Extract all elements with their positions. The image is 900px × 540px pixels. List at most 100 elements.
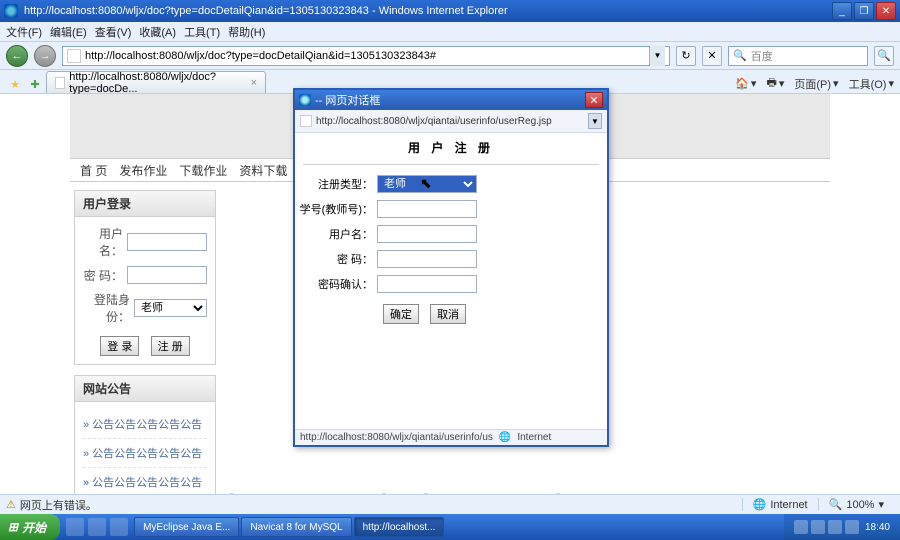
window-title: http://localhost:8080/wljx/doc?type=docD… xyxy=(24,5,830,17)
page-icon xyxy=(67,49,81,63)
start-button[interactable]: ⊞ 开始 xyxy=(0,514,60,540)
tray-icon[interactable] xyxy=(794,520,808,534)
maximize-button[interactable]: ❐ xyxy=(854,2,874,20)
reg-cancel-button[interactable]: 取消 xyxy=(430,304,466,324)
reg-user-label: 用户名： xyxy=(295,226,373,242)
status-zone: 🌐Internet xyxy=(742,498,818,511)
search-placeholder: 百度 xyxy=(751,48,773,64)
search-box[interactable]: 🔍 百度 xyxy=(728,46,868,66)
login-panel: 用户登录 用户名： 密 码： 登陆身份：老师 登 录 注 册 xyxy=(74,190,216,365)
status-message: 网页上有错误。 xyxy=(20,497,97,513)
dialog-heading: 用 户 注 册 xyxy=(295,139,607,156)
notice-panel-title: 网站公告 xyxy=(75,376,215,402)
globe-icon: 🌐 xyxy=(499,432,511,443)
nav-download[interactable]: 下载作业 xyxy=(179,162,227,179)
task-navicat[interactable]: Navicat 8 for MySQL xyxy=(241,517,351,537)
reg-user-input[interactable] xyxy=(377,225,477,243)
reg-type-select[interactable]: 老师 xyxy=(377,175,477,193)
search-go-button[interactable]: 🔍 xyxy=(874,46,894,66)
dialog-divider xyxy=(303,164,599,165)
minimize-button[interactable]: _ xyxy=(832,2,852,20)
dialog-ie-icon xyxy=(299,94,311,106)
favorites-icon[interactable]: ★ xyxy=(6,75,24,93)
nav-publish[interactable]: 发布作业 xyxy=(119,162,167,179)
close-button[interactable]: ✕ xyxy=(876,2,896,20)
notice-item[interactable]: » 公告公告公告公告公告 xyxy=(83,468,207,494)
home-icon: 🏠 xyxy=(735,77,749,90)
address-input[interactable] xyxy=(85,50,649,62)
ie-statusbar: ⚠ 网页上有错误。 🌐Internet 🔍100% ▾ xyxy=(0,494,900,514)
menu-view[interactable]: 查看(V) xyxy=(95,24,132,40)
tray-icon[interactable] xyxy=(845,520,859,534)
print-button[interactable]: 🖶▾ xyxy=(766,74,784,93)
dialog-close-button[interactable]: ✕ xyxy=(585,92,603,108)
stop-button[interactable]: ✕ xyxy=(702,46,722,66)
menu-fav[interactable]: 收藏(A) xyxy=(139,24,176,40)
reg-ok-button[interactable]: 确定 xyxy=(383,304,419,324)
dialog-body: 用 户 注 册 注册类型：老师 学号(教师号)： 用户名： 密 码： 密码确认：… xyxy=(295,133,607,429)
tab-close-icon[interactable]: × xyxy=(251,77,257,89)
window-titlebar: http://localhost:8080/wljx/doc?type=docD… xyxy=(0,0,900,22)
quick-launch xyxy=(60,518,134,536)
login-button[interactable]: 登 录 xyxy=(100,336,139,356)
reg-pass-input[interactable] xyxy=(377,250,477,268)
login-role-select[interactable]: 老师 xyxy=(134,299,207,317)
tray-icon[interactable] xyxy=(828,520,842,534)
sidebar: 用户登录 用户名： 密 码： 登陆身份：老师 登 录 注 册 网站公告 xyxy=(70,182,220,494)
address-box: ▼ xyxy=(62,46,670,66)
notice-panel: 网站公告 » 公告公告公告公告公告 » 公告公告公告公告公告 » 公告公告公告公… xyxy=(74,375,216,494)
menu-tools[interactable]: 工具(T) xyxy=(184,24,220,40)
command-bar: 🏠▾ 🖶▾ 页面(P) ▾ 工具(O) ▾ xyxy=(735,74,894,93)
menu-edit[interactable]: 编辑(E) xyxy=(50,24,87,40)
ie-icon xyxy=(4,4,18,18)
dialog-page-icon xyxy=(300,115,312,127)
add-favorite-icon[interactable]: ✚ xyxy=(26,75,44,93)
nav-bar: ← → ▼ ↻ ✕ 🔍 百度 🔍 xyxy=(0,42,900,70)
browser-tab[interactable]: http://localhost:8080/wljx/doc?type=docD… xyxy=(46,71,266,93)
globe-icon: 🌐 xyxy=(753,498,767,511)
home-button[interactable]: 🏠▾ xyxy=(735,77,756,90)
page-menu-button[interactable]: 页面(P) ▾ xyxy=(794,76,838,92)
nav-resources[interactable]: 资料下载 xyxy=(239,162,287,179)
notice-item[interactable]: » 公告公告公告公告公告 xyxy=(83,410,207,439)
login-user-input[interactable] xyxy=(127,233,207,251)
ql-icon[interactable] xyxy=(66,518,84,536)
zoom-icon: 🔍 xyxy=(829,498,843,511)
login-panel-title: 用户登录 xyxy=(75,191,215,217)
nav-home[interactable]: 首 页 xyxy=(80,162,107,179)
menu-help[interactable]: 帮助(H) xyxy=(228,24,265,40)
dialog-address-dropdown[interactable]: ▼ xyxy=(588,113,602,129)
login-role-label: 登陆身份： xyxy=(83,291,130,325)
windows-icon: ⊞ xyxy=(8,520,18,534)
clock[interactable]: 18:40 xyxy=(865,522,890,533)
ql-icon[interactable] xyxy=(88,518,106,536)
search-icon: 🔍 xyxy=(733,49,747,62)
task-ie[interactable]: http://localhost... xyxy=(354,517,445,537)
tools-menu-button[interactable]: 工具(O) ▾ xyxy=(849,76,894,92)
dialog-titlebar[interactable]: -- 网页对话框 ✕ xyxy=(295,90,607,110)
status-zoom[interactable]: 🔍100% ▾ xyxy=(818,498,894,511)
tray-icon[interactable] xyxy=(811,520,825,534)
dialog-title: -- 网页对话框 xyxy=(315,92,585,108)
address-dropdown[interactable]: ▼ xyxy=(649,46,665,66)
register-button[interactable]: 注 册 xyxy=(151,336,190,356)
reg-sno-input[interactable] xyxy=(377,200,477,218)
dialog-statusbar: http://localhost:8080/wljx/qiantai/useri… xyxy=(295,429,607,445)
reg-pass2-label: 密码确认： xyxy=(295,276,373,292)
notice-item[interactable]: » 公告公告公告公告公告 xyxy=(83,439,207,468)
reg-pass-label: 密 码： xyxy=(295,251,373,267)
reg-sno-label: 学号(教师号)： xyxy=(295,201,373,217)
menu-bar: 文件(F) 编辑(E) 查看(V) 收藏(A) 工具(T) 帮助(H) xyxy=(0,22,900,42)
menu-file[interactable]: 文件(F) xyxy=(6,24,42,40)
dialog-status-zone: Internet xyxy=(517,432,551,443)
forward-button[interactable]: → xyxy=(34,45,56,67)
reg-type-label: 注册类型： xyxy=(295,176,373,192)
ql-icon[interactable] xyxy=(110,518,128,536)
system-tray: 18:40 xyxy=(784,514,900,540)
task-myeclipse[interactable]: MyEclipse Java E... xyxy=(134,517,239,537)
back-button[interactable]: ← xyxy=(6,45,28,67)
dialog-url: http://localhost:8080/wljx/qiantai/useri… xyxy=(316,116,588,127)
reg-pass2-input[interactable] xyxy=(377,275,477,293)
login-pass-input[interactable] xyxy=(127,266,207,284)
refresh-button[interactable]: ↻ xyxy=(676,46,696,66)
